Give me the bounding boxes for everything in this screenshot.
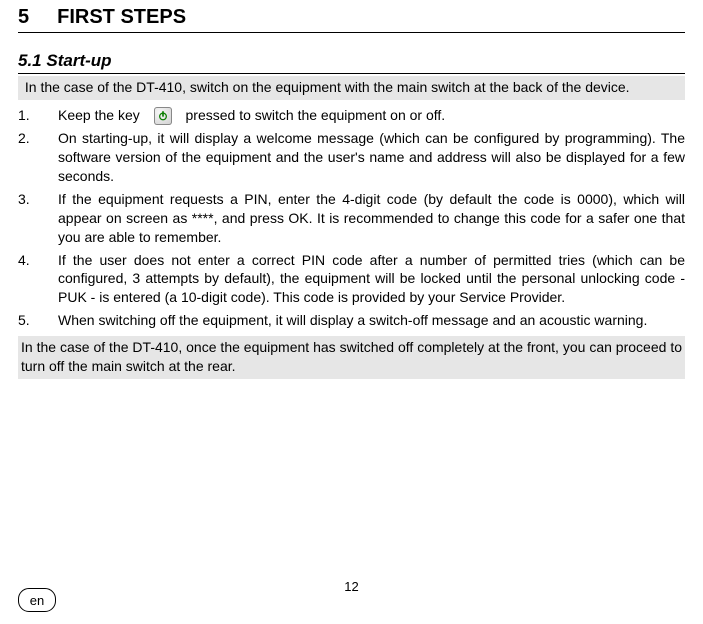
- step-text-post: pressed to switch the equipment on or of…: [186, 107, 446, 123]
- section-title: 5.1 Start-up: [18, 51, 685, 74]
- step-text-pre: Keep the key: [58, 107, 140, 123]
- power-icon: [154, 107, 172, 125]
- language-badge: en: [18, 588, 56, 612]
- list-item: 1. Keep the key pressed to switch the eq…: [58, 106, 685, 125]
- step-text: When switching off the equipment, it wil…: [58, 312, 647, 328]
- list-item: 5. When switching off the equipment, it …: [58, 311, 685, 330]
- step-marker: 4.: [18, 251, 46, 270]
- chapter-number: 5: [18, 6, 29, 29]
- step-text: On starting-up, it will display a welcom…: [58, 130, 685, 184]
- language-label: en: [30, 593, 44, 608]
- step-marker: 3.: [18, 190, 46, 209]
- step-marker: 1.: [18, 106, 46, 125]
- list-item: 3. If the equipment requests a PIN, ente…: [58, 190, 685, 247]
- step-marker: 2.: [18, 129, 46, 148]
- section-heading: Start-up: [46, 51, 111, 70]
- step-list: 1. Keep the key pressed to switch the eq…: [18, 106, 685, 330]
- page-number: 12: [0, 579, 703, 594]
- list-item: 4. If the user does not enter a correct …: [58, 251, 685, 308]
- list-item: 2. On starting-up, it will display a wel…: [58, 129, 685, 186]
- step-text: If the equipment requests a PIN, enter t…: [58, 191, 685, 245]
- note-top: In the case of the DT-410, switch on the…: [18, 76, 685, 100]
- section-number: 5.1: [18, 51, 42, 70]
- step-text: If the user does not enter a correct PIN…: [58, 252, 685, 306]
- chapter-title: FIRST STEPS: [57, 6, 186, 29]
- note-bottom: In the case of the DT-410, once the equi…: [18, 336, 685, 379]
- step-marker: 5.: [18, 311, 46, 330]
- chapter-header: 5 FIRST STEPS: [18, 6, 685, 33]
